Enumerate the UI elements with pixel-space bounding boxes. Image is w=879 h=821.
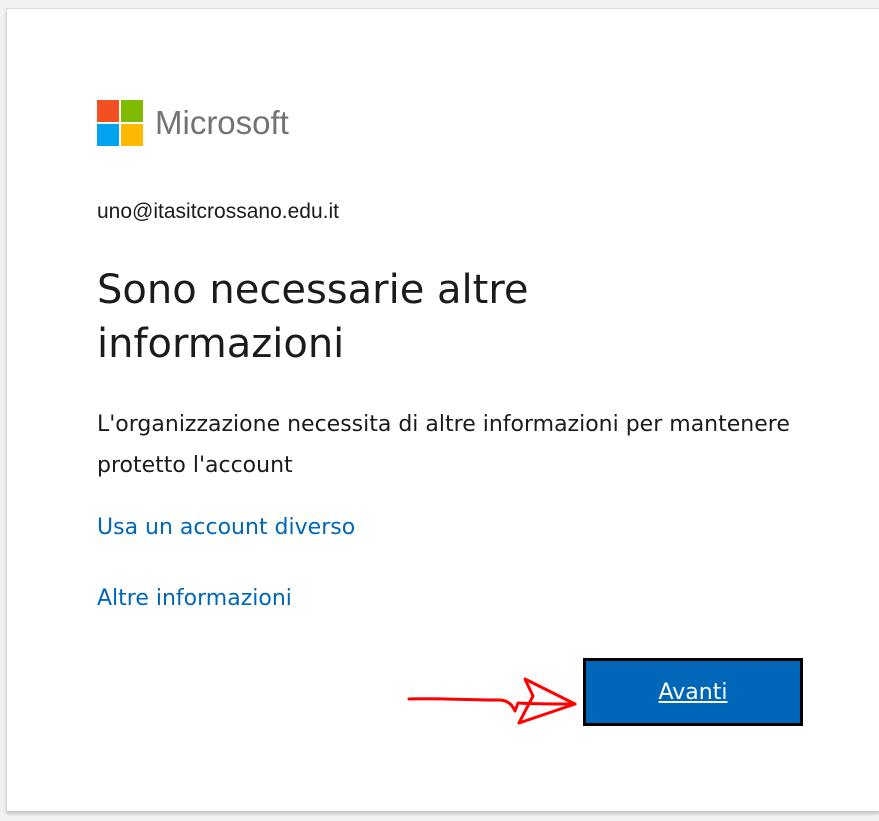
sign-in-card: Microsoft uno@itasitcrossano.edu.it Sono… (6, 8, 879, 811)
next-button-label: Avanti (658, 679, 728, 705)
page-title: Sono necessarie altre informazioni (97, 267, 529, 367)
logo-square-yellow (121, 124, 143, 146)
hand-drawn-arrow-icon (407, 677, 577, 725)
next-button[interactable]: Avanti (583, 658, 803, 726)
page-description: L'organizzazione necessita di altre info… (97, 412, 790, 478)
logo-square-blue (97, 124, 119, 146)
brand-name: Microsoft (155, 104, 289, 141)
account-email: uno@itasitcrossano.edu.it (97, 200, 339, 223)
logo-square-red (97, 100, 119, 122)
microsoft-logo-row: Microsoft (97, 100, 289, 146)
logo-square-green (121, 100, 143, 122)
more-info-link[interactable]: Altre informazioni (97, 586, 292, 611)
microsoft-logo-icon (97, 100, 143, 146)
use-different-account-link[interactable]: Usa un account diverso (97, 515, 355, 540)
